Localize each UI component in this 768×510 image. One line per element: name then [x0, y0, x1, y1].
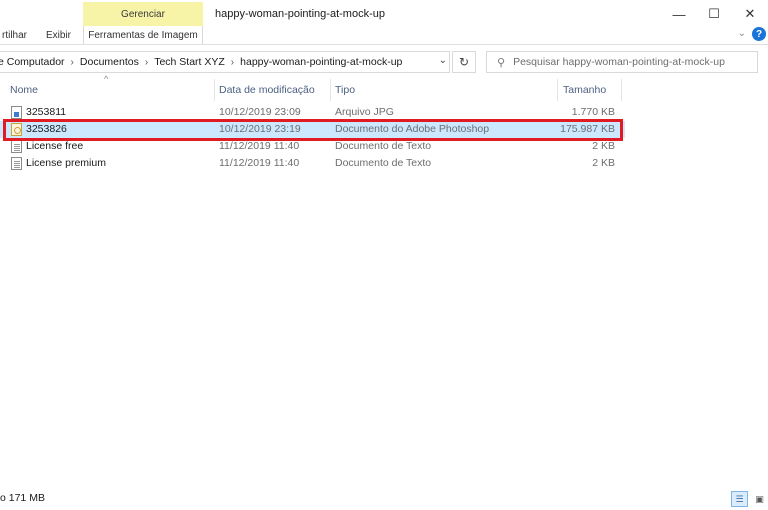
column-header-name[interactable]: Nome	[10, 80, 38, 100]
column-divider[interactable]	[330, 79, 331, 101]
file-type: Documento de Texto	[335, 157, 432, 169]
ribbon-divider	[0, 44, 768, 45]
breadcrumb-computador[interactable]: e Computador	[0, 56, 65, 68]
tab-exibir[interactable]: Exibir	[42, 26, 75, 45]
address-bar[interactable]: e Computador › Documentos › Tech Start X…	[0, 51, 450, 73]
highlight-box	[3, 119, 623, 141]
breadcrumb-documentos[interactable]: Documentos	[80, 56, 139, 68]
file-name[interactable]: License premium	[26, 155, 106, 172]
tab-compartilhar[interactable]: rtilhar	[0, 26, 31, 45]
chevron-down-icon[interactable]: ⌄	[738, 28, 746, 39]
file-date: 11/12/2019 11:40	[219, 157, 300, 169]
text-file-icon	[11, 140, 22, 153]
status-text: o 171 MB	[0, 492, 45, 504]
column-divider[interactable]	[557, 79, 558, 101]
refresh-button[interactable]: ↻	[452, 51, 476, 73]
column-header-date[interactable]: Data de modificação	[219, 80, 315, 100]
maximize-button[interactable]: ☐	[699, 4, 729, 24]
search-icon: ⚲	[497, 56, 506, 69]
tab-ferramentas-de-imagem[interactable]: Ferramentas de Imagem	[83, 26, 203, 45]
column-header-type[interactable]: Tipo	[335, 80, 355, 100]
help-icon[interactable]: ?	[752, 27, 766, 41]
breadcrumb-current-folder[interactable]: happy-woman-pointing-at-mock-up	[240, 56, 402, 68]
search-input[interactable]: Pesquisar happy-woman-pointing-at-mock-u…	[513, 56, 725, 68]
text-file-icon	[11, 157, 22, 170]
close-button[interactable]: ✕	[735, 4, 765, 24]
breadcrumb-separator-icon[interactable]: ›	[71, 57, 74, 68]
large-icons-view-icon[interactable]: ▣	[751, 491, 768, 507]
sort-ascending-icon: ^	[104, 74, 109, 84]
search-box[interactable]: ⚲ Pesquisar happy-woman-pointing-at-mock…	[486, 51, 758, 73]
image-file-icon	[11, 106, 22, 119]
details-view-icon[interactable]: ☰	[731, 491, 748, 507]
column-divider[interactable]	[621, 79, 622, 101]
file-size: 2 KB	[592, 157, 615, 169]
column-divider[interactable]	[214, 79, 215, 101]
column-header-size[interactable]: Tamanho	[563, 80, 606, 100]
minimize-button[interactable]: —	[664, 4, 694, 24]
title-bar: Gerenciar happy-woman-pointing-at-mock-u…	[0, 0, 768, 45]
file-row[interactable]: License premium 11/12/2019 11:40 Documen…	[0, 155, 625, 172]
breadcrumb-separator-icon[interactable]: ›	[145, 57, 148, 68]
breadcrumb-tech-start[interactable]: Tech Start XYZ	[154, 56, 225, 68]
ribbon-tabs: rtilhar Exibir Ferramentas de Imagem	[0, 26, 768, 45]
address-dropdown-icon[interactable]: ⌄	[439, 55, 447, 66]
breadcrumb-separator-icon[interactable]: ›	[231, 57, 234, 68]
window-title: happy-woman-pointing-at-mock-up	[215, 8, 385, 20]
tab-gerenciar[interactable]: Gerenciar	[83, 2, 203, 26]
